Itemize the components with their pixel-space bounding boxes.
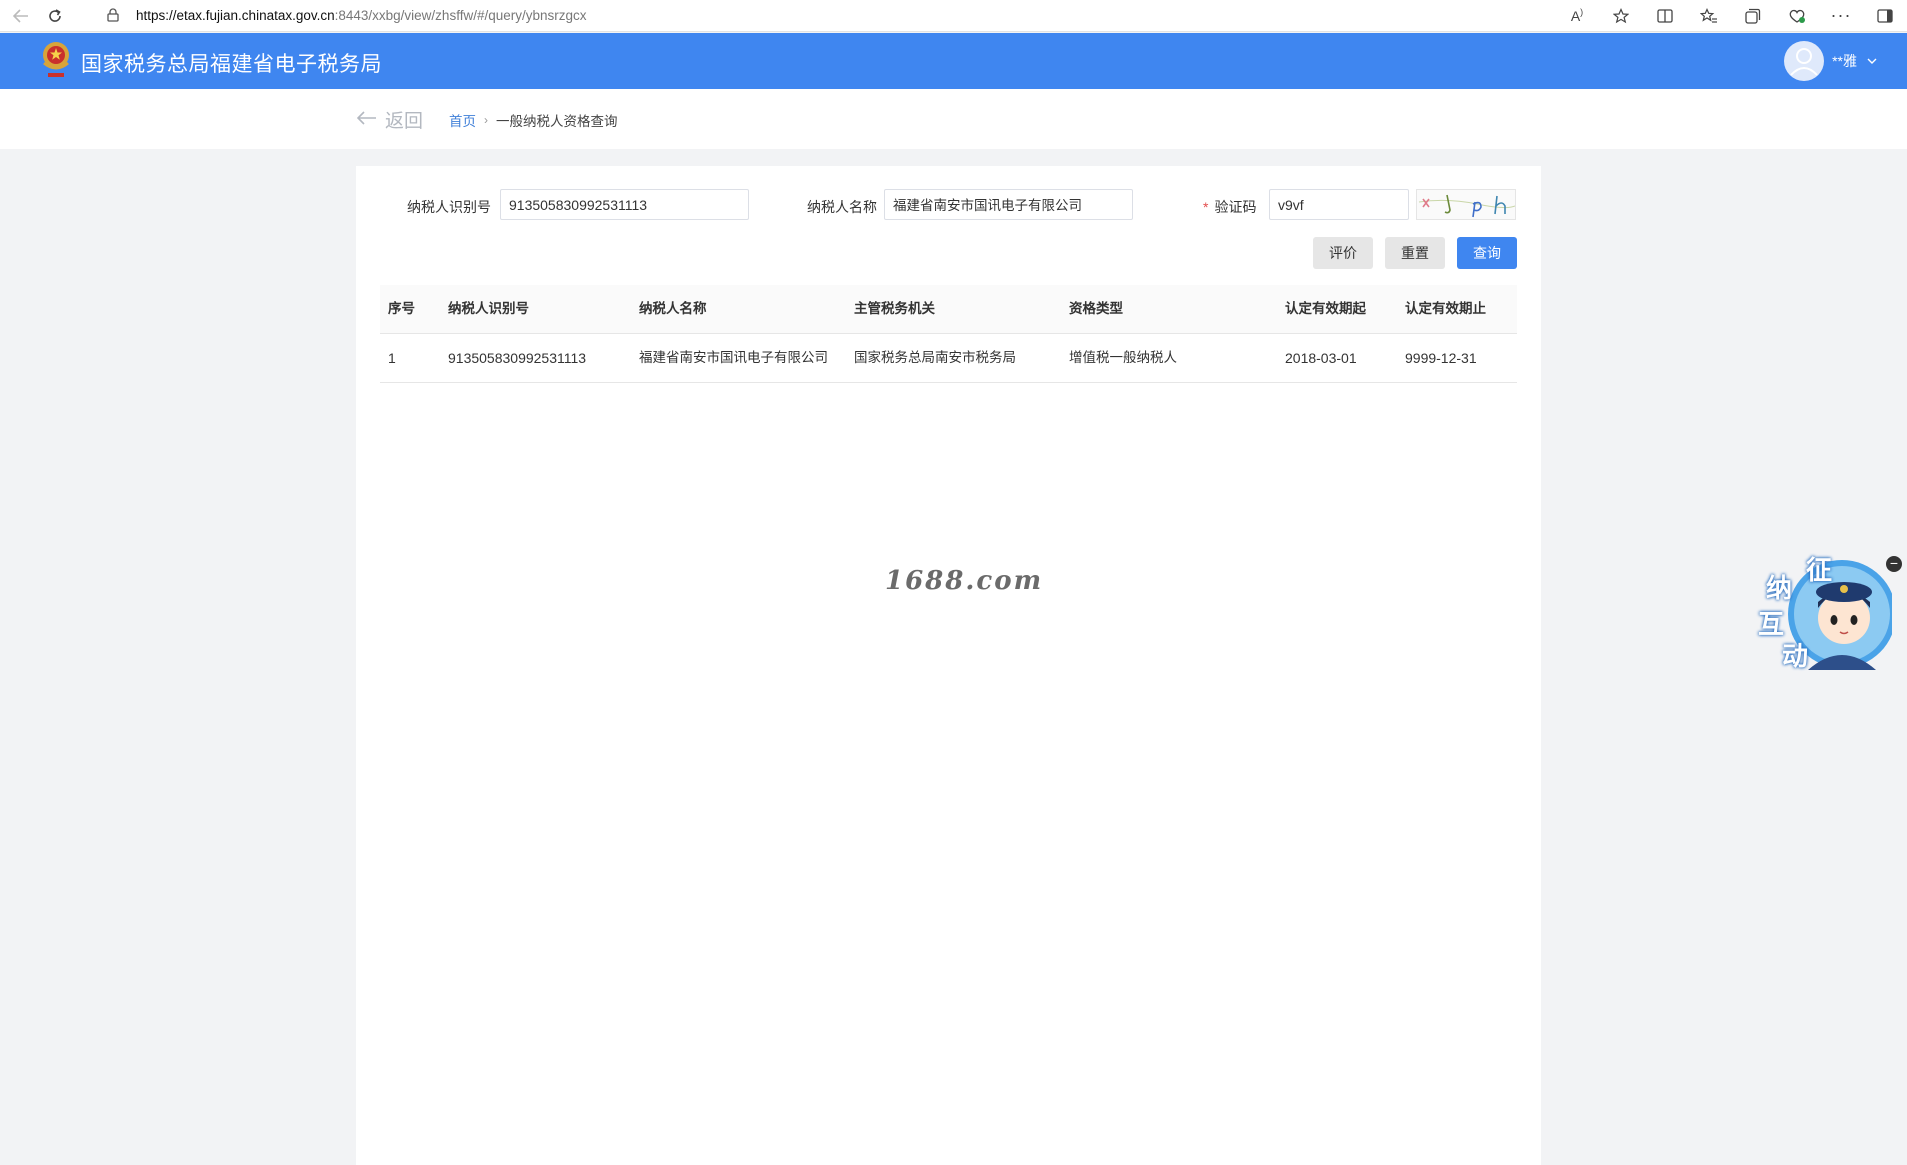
table-cell: 福建省南安市国讯电子有限公司 <box>639 350 828 365</box>
site-title: 国家税务总局福建省电子税务局 <box>81 53 382 76</box>
split-screen-icon[interactable] <box>1643 0 1687 31</box>
avatar[interactable] <box>1784 41 1825 81</box>
table-cell: 2018-03-01 <box>1285 350 1357 366</box>
user-name: **雅 <box>1832 53 1857 69</box>
more-icon[interactable]: ··· <box>1819 0 1863 31</box>
result-table: 序号 纳税人识别号 纳税人名称 主管税务机关 资格类型 认定有效期起 认定有效期… <box>380 285 1517 383</box>
browser-toolbar: https://etax.fujian.chinatax.gov.cn:8443… <box>0 0 1907 32</box>
table-row[interactable]: 1 913505830992531113 福建省南安市国讯电子有限公司 国家税务… <box>380 334 1517 383</box>
column-header: 序号 <box>388 301 415 316</box>
tax-emblem-icon <box>38 39 74 83</box>
site-header: 国家税务总局福建省电子税务局 **雅 <box>0 33 1907 89</box>
table-cell: 1 <box>388 350 396 366</box>
captcha-input[interactable]: v9vf <box>1269 189 1409 220</box>
table-cell: 913505830992531113 <box>448 350 587 366</box>
column-header: 主管税务机关 <box>854 301 935 316</box>
column-header: 认定有效期起 <box>1285 301 1366 316</box>
table-cell: 增值税一般纳税人 <box>1069 350 1177 365</box>
captcha-label: 验证码 <box>1214 199 1257 215</box>
table-cell: 国家税务总局南安市税务局 <box>854 350 1016 365</box>
breadcrumb-home-link[interactable]: 首页 <box>449 110 476 130</box>
back-label: 返回 <box>385 111 424 132</box>
address-bar[interactable]: https://etax.fujian.chinatax.gov.cn:8443… <box>90 2 1570 28</box>
read-aloud-icon[interactable]: A) <box>1555 0 1599 31</box>
back-button[interactable]: 返回 <box>356 106 424 133</box>
captcha-image[interactable] <box>1416 189 1516 220</box>
watermark: 1688.com <box>885 566 1044 596</box>
url-path: :8443/xxbg/view/zhsffw/#/query/ybnsrzgcx <box>334 7 587 23</box>
star-icon[interactable] <box>1599 0 1643 31</box>
column-header: 认定有效期止 <box>1405 301 1486 316</box>
widget-char: 纳 <box>1766 573 1793 603</box>
browser-essentials-icon[interactable] <box>1775 0 1819 31</box>
lock-icon[interactable] <box>102 4 124 26</box>
url-text: https://etax.fujian.chinatax.gov.cn:8443… <box>136 8 587 23</box>
column-header: 纳税人识别号 <box>448 301 529 316</box>
refresh-icon[interactable] <box>38 2 72 30</box>
breadcrumb-bar: 返回 首页 › 一般纳税人资格查询 <box>0 89 1907 149</box>
table-cell: 9999-12-31 <box>1405 350 1477 366</box>
taxpayer-name-label: 纳税人名称 <box>807 199 877 215</box>
widget-char: 征 <box>1806 555 1833 585</box>
query-button[interactable]: 查询 <box>1457 237 1517 269</box>
url-host: https://etax.fujian.chinatax.gov.cn <box>136 7 335 23</box>
column-header: 资格类型 <box>1069 301 1123 316</box>
breadcrumb: 首页 › 一般纳税人资格查询 <box>449 110 618 130</box>
column-header: 纳税人名称 <box>639 301 707 316</box>
back-icon[interactable] <box>4 2 38 30</box>
taxpayer-id-input[interactable]: 913505830992531113 <box>500 189 749 220</box>
chevron-down-icon[interactable] <box>1867 55 1877 67</box>
query-panel: 纳税人识别号 913505830992531113 纳税人名称 福建省南安市国讯… <box>356 166 1541 1165</box>
evaluate-button[interactable]: 评价 <box>1313 237 1373 269</box>
breadcrumb-current: 一般纳税人资格查询 <box>496 114 618 129</box>
chevron-right-icon: › <box>484 113 488 127</box>
collections-icon[interactable] <box>1731 0 1775 31</box>
required-mark: * <box>1203 199 1209 215</box>
widget-char: 动 <box>1782 641 1809 671</box>
arrow-left-icon <box>356 109 377 130</box>
captcha-label-wrap: * 验证码 <box>1203 197 1256 217</box>
taxpayer-id-label: 纳税人识别号 <box>407 199 491 215</box>
sidebar-icon[interactable] <box>1863 0 1907 31</box>
read-aloud-glyph: A <box>1570 7 1581 24</box>
close-icon[interactable]: − <box>1886 556 1902 572</box>
user-menu[interactable]: **雅 <box>1784 41 1877 81</box>
table-header-row: 序号 纳税人识别号 纳税人名称 主管税务机关 资格类型 认定有效期起 认定有效期… <box>380 285 1517 334</box>
taxpayer-name-input[interactable]: 福建省南安市国讯电子有限公司 <box>884 189 1133 220</box>
query-form: 纳税人识别号 913505830992531113 纳税人名称 福建省南安市国讯… <box>356 189 1541 223</box>
tax-assistant-widget[interactable]: 征 纳 互 动 <box>1752 552 1896 672</box>
favorites-icon[interactable] <box>1687 0 1731 31</box>
reset-button[interactable]: 重置 <box>1385 237 1445 269</box>
widget-char: 互 <box>1758 609 1785 639</box>
